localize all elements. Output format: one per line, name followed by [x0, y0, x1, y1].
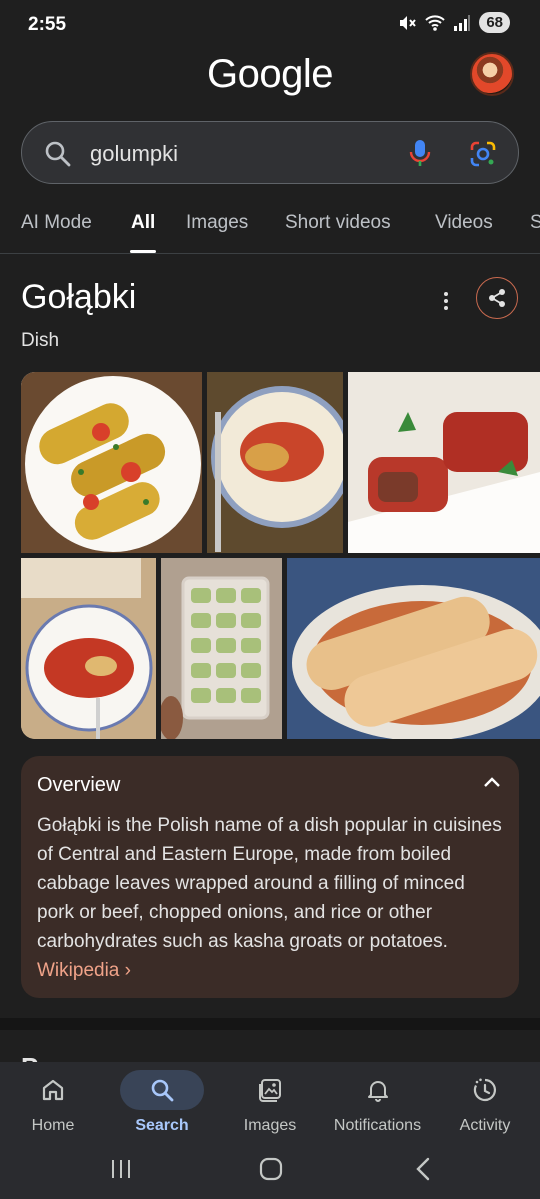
nav-home[interactable]: Home — [3, 1070, 103, 1135]
nav-notifications[interactable]: Notifications — [320, 1070, 435, 1135]
nav-search-label: Search — [135, 1117, 189, 1134]
status-bar: 2:55 68 — [0, 0, 540, 48]
tab-images[interactable]: Images — [186, 212, 248, 234]
signal-icon — [454, 14, 471, 31]
mute-icon — [400, 15, 417, 30]
overview-card: Overview Gołąbki is the Polish name of a… — [21, 756, 519, 998]
google-logo[interactable]: Google — [0, 52, 540, 97]
tab-shopping[interactable]: S — [530, 212, 540, 234]
more-options-icon[interactable] — [438, 291, 454, 311]
home-button-icon[interactable] — [259, 1157, 283, 1181]
nav-images-label: Images — [243, 1117, 297, 1134]
dish-image-1[interactable] — [21, 372, 202, 553]
wikipedia-link[interactable]: Wikipedia › — [37, 960, 131, 981]
active-tab-indicator — [130, 250, 156, 253]
knowledge-panel-title: Gołąbki — [21, 278, 137, 316]
search-icon — [45, 141, 71, 167]
recent-apps-icon[interactable] — [110, 1158, 132, 1180]
nav-notifications-label: Notifications — [333, 1117, 422, 1134]
search-bar[interactable]: golumpki — [21, 121, 519, 184]
tab-ai-mode[interactable]: AI Mode — [21, 212, 92, 234]
share-button[interactable] — [476, 277, 518, 319]
nav-images[interactable]: Images — [220, 1070, 320, 1135]
nav-activity[interactable]: Activity — [435, 1070, 535, 1135]
nav-home-label: Home — [31, 1117, 75, 1134]
dish-image-2[interactable] — [207, 372, 343, 553]
tab-short-videos[interactable]: Short videos — [285, 212, 391, 234]
search-icon — [151, 1079, 174, 1102]
dish-image-3[interactable] — [348, 372, 540, 553]
share-icon — [489, 289, 505, 307]
system-navigation-bar — [0, 1140, 540, 1199]
bell-icon — [367, 1081, 388, 1102]
avatar[interactable] — [470, 52, 514, 96]
overview-title: Overview — [37, 774, 121, 796]
chevron-up-icon[interactable] — [483, 776, 501, 788]
activity-icon — [473, 1078, 497, 1102]
status-time: 2:55 — [28, 14, 67, 35]
dish-image-6[interactable] — [287, 558, 540, 739]
overview-description: Gołąbki is the Polish name of a dish pop… — [37, 815, 502, 952]
images-icon — [259, 1079, 281, 1102]
dish-image-4[interactable] — [21, 558, 156, 739]
section-divider — [0, 1018, 540, 1030]
nav-search[interactable]: Search — [112, 1070, 212, 1135]
google-lens-icon[interactable] — [468, 139, 498, 169]
search-tabs: AI Mode All Images Short videos Videos S — [0, 200, 540, 254]
home-icon — [42, 1079, 64, 1101]
microphone-icon[interactable] — [407, 138, 433, 168]
battery-indicator: 68 — [479, 12, 510, 33]
dish-image-5[interactable] — [161, 558, 282, 739]
tab-videos[interactable]: Videos — [435, 212, 493, 234]
tab-all[interactable]: All — [131, 212, 155, 234]
knowledge-panel-subtitle: Dish — [21, 330, 60, 351]
wifi-icon — [425, 14, 446, 31]
overview-text: Gołąbki is the Polish name of a dish pop… — [37, 811, 507, 985]
search-input[interactable]: golumpki — [90, 141, 178, 167]
status-icons: 68 — [397, 12, 510, 33]
nav-activity-label: Activity — [459, 1117, 511, 1134]
back-icon[interactable] — [414, 1157, 432, 1181]
